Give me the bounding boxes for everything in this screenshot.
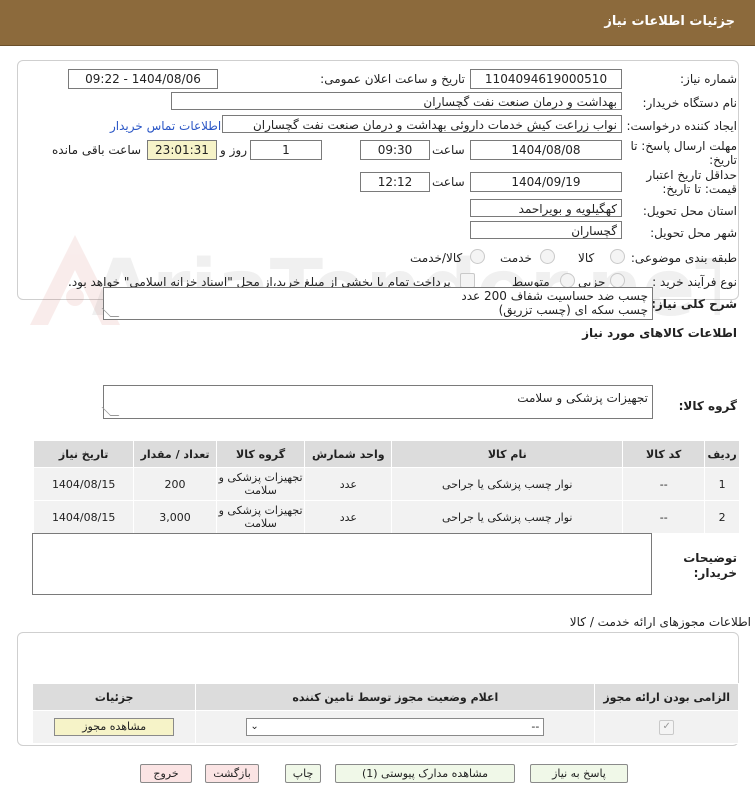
category-radio-goods[interactable] xyxy=(610,249,625,264)
goods-table-header: ردیف کد کالا نام کالا واحد شمارش گروه کا… xyxy=(32,440,740,468)
process-radio-minor[interactable] xyxy=(610,273,625,288)
col-date: تاریخ نیاز xyxy=(32,440,135,468)
deadline-label: مهلت ارسال پاسخ: تا تاریخ: xyxy=(630,139,737,167)
province-label: استان محل تحویل: xyxy=(642,204,737,218)
buyer-org-label: نام دستگاه خریدار: xyxy=(642,96,738,110)
need-number-label: شماره نیاز: xyxy=(680,72,737,86)
validity-time-label: ساعت xyxy=(432,175,465,189)
col-required: الزامی بودن ارائه مجوز xyxy=(594,683,739,711)
col-qty: تعداد / مقدار xyxy=(133,440,217,468)
cell-row: 2 xyxy=(704,500,740,534)
buyer-org-field: بهداشت و درمان صنعت نفت گچساران xyxy=(171,92,622,110)
permits-table: الزامی بودن ارائه مجوز اعلام وضعیت مجوز … xyxy=(31,683,739,744)
col-name: نام کالا xyxy=(391,440,624,468)
validity-time-field: 12:12 xyxy=(360,172,430,192)
announce-label: تاریخ و ساعت اعلان عمومی: xyxy=(320,72,465,86)
category-option-goods: کالا xyxy=(578,251,595,265)
permits-section-title: اطلاعات مجوزهای ارائه خدمت / کالا xyxy=(569,615,751,629)
category-radio-goods-service[interactable] xyxy=(470,249,485,264)
cell-row: 1 xyxy=(704,467,740,501)
goods-table: ردیف کد کالا نام کالا واحد شمارش گروه کا… xyxy=(32,440,740,534)
goods-group-label: گروه کالا: xyxy=(678,399,737,413)
cell-required: ✓ xyxy=(594,710,739,744)
city-label: شهر محل تحویل: xyxy=(650,226,737,240)
description-line-1: چسب ضد حساسیت شفاف 200 عدد xyxy=(461,289,648,303)
cell-qty: 200 xyxy=(133,467,217,501)
table-row: 1 -- نوار چسب پزشکی یا جراحی عدد تجهیزات… xyxy=(32,467,740,501)
buyer-notes-textarea xyxy=(32,533,652,595)
deadline-time-label: ساعت xyxy=(432,143,465,157)
cell-name: نوار چسب پزشکی یا جراحی xyxy=(391,500,624,534)
validity-date-field: 1404/09/19 xyxy=(470,172,622,192)
cell-qty: 3,000 xyxy=(133,500,217,534)
permits-table-header: الزامی بودن ارائه مجوز اعلام وضعیت مجوز … xyxy=(31,683,739,711)
category-option-service: خدمت xyxy=(500,251,532,265)
cell-group: تجهیزات پزشکی و سلامت xyxy=(215,467,306,501)
table-row: ✓ -- ⌄ مشاهده مجوز xyxy=(31,710,739,744)
validity-label: حداقل تاریخ اعتبار قیمت: تا تاریخ: xyxy=(646,168,737,196)
process-radio-medium[interactable] xyxy=(560,273,575,288)
process-label: نوع فرآیند خرید : xyxy=(652,275,737,289)
category-option-goods-service: کالا/خدمت xyxy=(410,251,463,265)
col-code: کد کالا xyxy=(622,440,706,468)
deadline-date-field: 1404/08/08 xyxy=(470,140,622,160)
remaining-label: ساعت باقی مانده xyxy=(52,143,142,157)
description-label: شرح کلی نیاز: xyxy=(651,297,737,311)
goods-section-title: اطلاعات کالاهای مورد نیاز xyxy=(582,326,737,340)
description-textarea: چسب ضد حساسیت شفاف 200 عدد چسب سکه ای (چ… xyxy=(101,287,653,320)
table-row: 2 -- نوار چسب پزشکی یا جراحی عدد تجهیزات… xyxy=(32,500,740,534)
buyer-contact-link[interactable]: اطلاعات تماس خریدار xyxy=(110,119,221,133)
cell-group: تجهیزات پزشکی و سلامت xyxy=(215,500,306,534)
cell-name: نوار چسب پزشکی یا جراحی xyxy=(391,467,624,501)
col-group: گروه کالا xyxy=(215,440,306,468)
cell-unit: عدد xyxy=(304,500,393,534)
required-checkbox: ✓ xyxy=(659,719,675,735)
print-button[interactable]: چاپ xyxy=(285,764,321,783)
city-field: گچساران xyxy=(470,221,622,239)
resize-handle-icon xyxy=(101,407,120,416)
cell-code: -- xyxy=(622,467,706,501)
need-number-field: 1104094619000510 xyxy=(470,69,622,89)
goods-group-textarea: تجهیزات پزشکی و سلامت xyxy=(101,385,653,419)
days-label: روز و xyxy=(220,143,247,157)
remaining-time-field: 23:01:31 xyxy=(147,140,217,160)
view-permit-button[interactable]: مشاهده مجوز xyxy=(54,718,175,736)
cell-unit: عدد xyxy=(304,467,393,501)
page-header: جزئیات اطلاعات نیاز xyxy=(0,0,755,46)
exit-button[interactable]: خروج xyxy=(140,764,192,783)
goods-group-value: تجهیزات پزشکی و سلامت xyxy=(517,391,648,405)
reply-button[interactable]: پاسخ به نیاز xyxy=(530,764,628,783)
cell-code: -- xyxy=(622,500,706,534)
page-title: جزئیات اطلاعات نیاز xyxy=(604,14,735,29)
cell-status: -- ⌄ xyxy=(195,710,596,744)
creator-field: نواب زراعت کیش خدمات داروئی بهداشت و درم… xyxy=(222,115,622,133)
back-button[interactable]: بازگشت xyxy=(205,764,259,783)
deadline-time-field: 09:30 xyxy=(360,140,430,160)
view-attachments-button[interactable]: مشاهده مدارک پیوستی (1) xyxy=(335,764,515,783)
col-unit: واحد شمارش xyxy=(304,440,393,468)
days-field: 1 xyxy=(250,140,322,160)
permit-status-select[interactable]: -- ⌄ xyxy=(246,718,545,736)
col-row: ردیف xyxy=(704,440,740,468)
description-line-2: چسب سکه ای (چسب تزریق) xyxy=(498,303,648,317)
permit-status-value: -- xyxy=(531,720,540,733)
cell-date: 1404/08/15 xyxy=(32,467,135,501)
col-details: جزئیات xyxy=(31,683,197,711)
announce-field: 1404/08/06 - 09:22 xyxy=(68,69,218,89)
buyer-notes-label: توضیحات خریدار: xyxy=(683,551,737,580)
chevron-down-icon: ⌄ xyxy=(250,721,259,732)
col-status: اعلام وضعیت مجوز توسط تامین کننده xyxy=(195,683,596,711)
cell-date: 1404/08/15 xyxy=(32,500,135,534)
cell-details: مشاهده مجوز xyxy=(31,710,197,744)
category-label: طبقه بندی موضوعی: xyxy=(630,251,737,265)
province-field: کهگیلویه و بویراحمد xyxy=(470,199,622,217)
category-radio-service[interactable] xyxy=(540,249,555,264)
treasury-payment-checkbox[interactable] xyxy=(460,273,475,288)
creator-label: ایجاد کننده درخواست: xyxy=(626,119,737,133)
